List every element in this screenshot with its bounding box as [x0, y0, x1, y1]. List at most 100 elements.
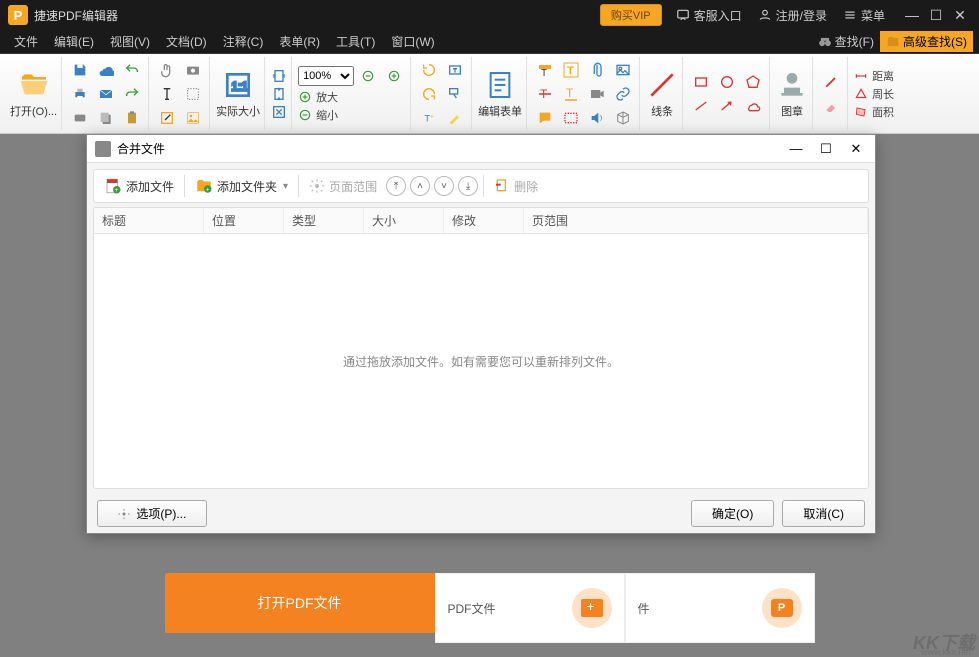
perimeter-tool[interactable]: 周长	[854, 86, 894, 102]
paste-icon[interactable]	[120, 107, 144, 129]
3d-icon[interactable]	[611, 107, 635, 129]
col-modified[interactable]: 修改	[444, 208, 524, 233]
login-button[interactable]: 注册/登录	[758, 7, 827, 24]
move-top-button[interactable]: ⤒	[386, 176, 406, 196]
dialog-close-button[interactable]: ✕	[845, 141, 867, 157]
undo-icon[interactable]	[120, 59, 144, 81]
col-page-range[interactable]: 页范围	[524, 208, 868, 233]
print-icon[interactable]	[68, 83, 92, 105]
highlight-text-icon[interactable]: T	[533, 59, 557, 81]
distance-tool[interactable]: 距离	[854, 68, 894, 84]
advanced-search-button[interactable]: 高级查找(S)	[880, 31, 973, 52]
folder-open-icon	[18, 69, 50, 101]
image-insert-icon[interactable]	[611, 59, 635, 81]
underline-icon[interactable]: T	[559, 83, 583, 105]
options-button[interactable]: 选项(P)...	[97, 500, 207, 527]
add-file-button[interactable]: + 添加文件	[98, 174, 180, 198]
circle-shape-icon[interactable]	[715, 71, 739, 93]
cancel-button[interactable]: 取消(C)	[782, 500, 865, 527]
camera-icon[interactable]	[181, 59, 205, 81]
ok-button[interactable]: 确定(O)	[691, 500, 774, 527]
cloud-shape-icon[interactable]	[741, 95, 765, 117]
move-bottom-button[interactable]: ⤓	[458, 176, 478, 196]
pdf-file-card[interactable]: PDF文件 +	[435, 573, 625, 643]
link-icon[interactable]	[611, 83, 635, 105]
stamp-button[interactable]: 图章	[776, 69, 808, 119]
copy-icon[interactable]	[94, 107, 118, 129]
text-box-icon[interactable]	[443, 59, 467, 81]
attachment-icon[interactable]	[585, 59, 609, 81]
file-card[interactable]: 件 P	[625, 573, 815, 643]
insert-text-icon[interactable]: T+	[417, 107, 441, 129]
dialog-maximize-button[interactable]: ☐	[815, 141, 837, 157]
zoom-out-button[interactable]: 缩小	[298, 107, 406, 123]
menu-edit[interactable]: 编辑(E)	[46, 31, 102, 52]
hand-icon[interactable]	[155, 59, 179, 81]
zoom-out-quick-icon[interactable]	[356, 65, 380, 87]
open-file-button[interactable]: 打开(O)...	[10, 69, 57, 119]
menu-file[interactable]: 文件	[6, 31, 46, 52]
search-button[interactable]: 查找(F)	[812, 31, 880, 52]
rotate-right-icon[interactable]	[417, 83, 441, 105]
bold-text-icon[interactable]: T	[559, 59, 583, 81]
col-size[interactable]: 大小	[364, 208, 444, 233]
page-range-button[interactable]: 页面范围	[303, 175, 383, 198]
scan-icon[interactable]	[68, 107, 92, 129]
menu-table[interactable]: 表单(R)	[271, 31, 328, 52]
toolbar: 打开(O)... 1:1 实际大小	[0, 54, 979, 134]
area-tool[interactable]: 面积	[854, 104, 894, 120]
email-icon[interactable]	[94, 83, 118, 105]
close-button[interactable]: ✕	[949, 4, 971, 26]
support-button[interactable]: 客服入口	[676, 7, 742, 24]
polygon-shape-icon[interactable]	[741, 71, 765, 93]
open-pdf-card[interactable]: 打开PDF文件	[165, 573, 435, 633]
edit-text-icon[interactable]	[155, 107, 179, 129]
lines-button[interactable]: 线条	[646, 69, 678, 119]
menu-button[interactable]: 菜单	[843, 7, 885, 24]
menu-view[interactable]: 视图(V)	[102, 31, 158, 52]
save-icon[interactable]	[68, 59, 92, 81]
col-type[interactable]: 类型	[284, 208, 364, 233]
rect-shape-icon[interactable]	[689, 71, 713, 93]
zoom-in-button[interactable]: 放大	[298, 89, 406, 105]
zoom-select[interactable]: 100%	[298, 66, 354, 86]
redo-icon[interactable]	[120, 83, 144, 105]
edit-image-icon[interactable]	[181, 107, 205, 129]
stamp-small-icon[interactable]	[559, 107, 583, 129]
zoom-in-quick-icon[interactable]	[382, 65, 406, 87]
move-down-button[interactable]: ˅	[434, 176, 454, 196]
menu-annotate[interactable]: 注释(C)	[215, 31, 272, 52]
move-up-button[interactable]: ˄	[410, 176, 430, 196]
minimize-button[interactable]: —	[901, 4, 923, 26]
highlight-icon[interactable]	[443, 107, 467, 129]
buy-vip-button[interactable]: 购买VIP	[600, 4, 662, 26]
rotate-left-icon[interactable]	[417, 59, 441, 81]
menu-window[interactable]: 窗口(W)	[383, 31, 442, 52]
menu-document[interactable]: 文档(D)	[158, 31, 215, 52]
actual-size-button[interactable]: 1:1 实际大小	[216, 69, 260, 119]
dialog-minimize-button[interactable]: —	[785, 141, 807, 157]
col-location[interactable]: 位置	[204, 208, 284, 233]
eraser-icon[interactable]	[819, 95, 843, 117]
pencil-icon[interactable]	[819, 71, 843, 93]
maximize-button[interactable]: ☐	[925, 4, 947, 26]
menu-tools[interactable]: 工具(T)	[328, 31, 383, 52]
fit-page-icon[interactable]	[271, 68, 287, 84]
note-icon[interactable]	[533, 107, 557, 129]
video-icon[interactable]	[585, 83, 609, 105]
arrow-shape-icon[interactable]	[715, 95, 739, 117]
select-text-icon[interactable]	[155, 83, 179, 105]
svg-text:T: T	[541, 68, 547, 78]
add-folder-button[interactable]: + 添加文件夹▾	[189, 174, 294, 198]
sound-icon[interactable]	[585, 107, 609, 129]
select-area-icon[interactable]	[181, 83, 205, 105]
col-title[interactable]: 标题	[94, 208, 204, 233]
fit-visible-icon[interactable]	[271, 104, 287, 120]
fit-width-icon[interactable]	[271, 86, 287, 102]
edit-form-button[interactable]: 编辑表单	[478, 69, 522, 119]
cloud-save-icon[interactable]	[94, 59, 118, 81]
strikethrough-icon[interactable]: T	[533, 83, 557, 105]
line-shape-icon[interactable]	[689, 95, 713, 117]
callout-icon[interactable]	[443, 83, 467, 105]
delete-button[interactable]: 删除	[488, 175, 544, 198]
